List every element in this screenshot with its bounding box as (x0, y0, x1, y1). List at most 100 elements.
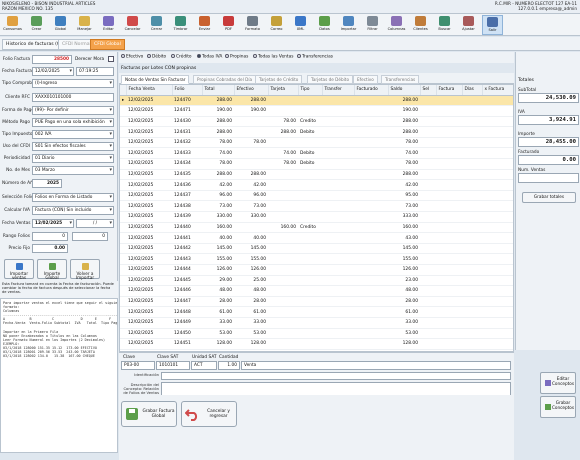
calcular-select[interactable]: Factura (CON) Sin incluido (32, 206, 114, 215)
volver-importar-button[interactable]: Volver a Importar (70, 259, 100, 280)
forma-select[interactable]: (99)- Por definir (32, 106, 114, 115)
table-row[interactable]: 12/02/2025 124451 128.00 128.00 128.00 (120, 338, 513, 350)
column-header[interactable]: Factura (436, 85, 463, 96)
uso-select[interactable]: S01 Sin efectos fiscales (32, 142, 114, 151)
table-row[interactable]: 12/02/2025 124444 126.00 126.00 126.00 (120, 264, 513, 276)
toolbar-button-pdf[interactable]: PDF (218, 15, 239, 35)
cantidad-field[interactable]: 1.00 (218, 361, 240, 370)
toolbar-button-salir[interactable]: Salir (482, 15, 503, 35)
tipo-select[interactable]: (I)-Ingreso (32, 79, 114, 88)
toolbar-button-crear[interactable]: Crear (26, 15, 47, 35)
importe-global-button[interactable]: Importe Global (37, 259, 67, 280)
grid-tab[interactable]: Propinas Cobradas del Día (193, 75, 257, 84)
column-header[interactable]: Folio (172, 85, 203, 96)
rango-field-2[interactable]: 0 (72, 232, 108, 241)
toolbar-button-global[interactable]: Global (50, 15, 71, 35)
table-row[interactable]: 12/02/2025 124438 73.00 73.00 73.00 (120, 200, 513, 213)
sel-folios-select[interactable]: Folios en Forma de Listado (32, 193, 114, 202)
mes-select[interactable]: 03 Marzo (32, 166, 114, 175)
descripcion-field[interactable]: Venta (241, 361, 511, 370)
filter-propinas[interactable]: Propinas (225, 54, 248, 60)
clave-sat-field[interactable]: 1010101 (156, 361, 190, 370)
grid-tab[interactable]: Tarjetas de Débito (307, 75, 354, 84)
rango-field[interactable]: 0 (32, 232, 68, 241)
fecha-venta-desde[interactable]: 12/02/2025 (32, 219, 74, 228)
table-row[interactable]: 12/02/2025 124441 40.00 40.00 43.00 (120, 232, 513, 244)
column-header[interactable]: Sel (420, 85, 437, 96)
grabar-factura-button[interactable]: Grabar Factura Global (121, 401, 177, 427)
table-row[interactable]: 12/02/2025 124432 78.00 78.00 78.00 (120, 137, 513, 149)
column-header[interactable]: Tipo (298, 85, 323, 96)
table-row[interactable]: 12/02/2025 124437 96.00 96.00 95.00 (120, 190, 513, 202)
toolbar-button-ajustar[interactable]: Ajustar (458, 15, 479, 35)
impuesto-select[interactable]: 002 IVA (32, 130, 114, 139)
table-row[interactable]: 12/02/2025 124450 53.00 53.00 53.00 (120, 328, 513, 340)
toolbar-button-columnas[interactable]: Columnas (386, 15, 407, 35)
table-row[interactable]: 12/02/2025 124447 28.00 28.00 28.00 (120, 296, 513, 308)
filter-débito[interactable]: Débito (147, 54, 166, 60)
table-row[interactable]: 12/02/2025 124445 29.00 25.00 23.00 (120, 275, 513, 287)
column-header[interactable]: Fecha Venta (126, 85, 173, 96)
table-row[interactable]: 12/02/2025 124471 190.00 190.00 190.00 (120, 105, 513, 117)
periodicidad-select[interactable]: 01 Diario (32, 154, 114, 163)
import-ventas-button[interactable]: Importar ventas (4, 259, 34, 280)
hora-field[interactable]: 07:19:25 (76, 67, 114, 76)
table-row[interactable]: 12/02/2025 124430 288.00 78.00 Credito 288.00 (120, 116, 513, 128)
table-row[interactable]: 12/02/2025 124435 288.00 288.00 288.00 (120, 169, 513, 181)
column-header[interactable]: Tarjeta (268, 85, 299, 96)
editar-conceptos-button[interactable]: Editar Conceptos (540, 372, 576, 394)
toolbar-button-formato[interactable]: Formato (242, 15, 263, 35)
cancelar-button[interactable]: Cancelar y regresar (181, 401, 237, 427)
anio-field[interactable]: 2025 (32, 179, 62, 188)
precio-field[interactable]: 0.00 (32, 244, 68, 253)
table-row[interactable]: 12/02/2025 124443 155.00 155.00 155.00 (120, 253, 513, 265)
toolbar-button-manejar[interactable]: Manejar (74, 15, 95, 35)
identificacion-field[interactable] (161, 372, 511, 380)
fecha-venta-hasta[interactable]: / / (76, 219, 114, 228)
toolbar-button-buscar[interactable]: Buscar (434, 15, 455, 35)
table-row[interactable]: 12/02/2025 124434 78.00 78.00 Debito 78.00 (120, 158, 513, 170)
table-row[interactable]: 12/02/2025 124436 42.00 42.00 42.00 (120, 179, 513, 191)
table-row[interactable]: 12/02/2025 124433 74.00 74.00 Debito 74.00 (120, 147, 513, 160)
toolbar-button-clientes[interactable]: Clientes (410, 15, 431, 35)
filter-efectivo[interactable]: Efectivo (121, 54, 143, 60)
grabar-totales-button[interactable]: Grabar totales (522, 192, 576, 203)
metodo-select[interactable]: PUE Pago en una sola exhibición (32, 118, 114, 127)
filter-todas-iva[interactable]: Todas IVA (197, 54, 222, 60)
filter-crédito[interactable]: Crédito (171, 54, 192, 60)
grid-tab[interactable]: Notas de Ventas Sin Facturar (121, 75, 190, 84)
table-row[interactable]: 12/02/2025 124440 160.00 160.00 Credito 160.0… (120, 222, 513, 234)
column-header[interactable]: Total (202, 85, 235, 96)
descripcion-concepto-field[interactable] (161, 382, 511, 396)
toolbar-button-cancelar[interactable]: Cancelar (122, 15, 143, 35)
table-row[interactable]: 12/02/2025 124442 145.00 145.00 145.00 (120, 243, 513, 255)
table-row[interactable]: ▸ 12/02/2025 124470 288.00 288.00 288.00 (120, 95, 513, 107)
toolbar-button-filtrar[interactable]: Filtrar (362, 15, 383, 35)
grabar-conceptos-button[interactable]: Grabar Conceptos (540, 396, 576, 418)
folio-field[interactable]: 28500 (32, 55, 72, 64)
table-row[interactable]: 12/02/2025 124431 288.00 288.00 Debito 288.00 (120, 126, 513, 138)
toolbar-button-cerrar[interactable]: Cerrar (146, 15, 167, 35)
toolbar-button-importar[interactable]: Importar (338, 15, 359, 35)
folio-checkbox[interactable] (108, 56, 114, 62)
toolbar-button-datos[interactable]: Datos (314, 15, 335, 35)
tab-cfdi-global[interactable]: CFDI Global (90, 39, 125, 50)
table-row[interactable]: 12/02/2025 124439 330.00 330.00 333.00 (120, 211, 513, 223)
toolbar-button-enviar[interactable]: Enviar (194, 15, 215, 35)
clave-field[interactable]: P03-00 (121, 361, 155, 370)
toolbar-button-xml[interactable]: XML (290, 15, 311, 35)
grid-tab[interactable]: Tarjetas de Crédito (255, 75, 303, 84)
toolbar-button-consumos[interactable]: Consumos (2, 15, 23, 35)
table-row[interactable]: 12/02/2025 124449 33.00 33.00 33.00 (120, 317, 513, 329)
toolbar-button-correo[interactable]: Correo (266, 15, 287, 35)
fecha-field[interactable]: 12/02/2025 (32, 67, 74, 76)
column-header[interactable]: x Factura (482, 85, 513, 96)
filter-todas-las-ventas[interactable]: Todas las Ventas (253, 54, 293, 60)
grid-tab[interactable]: Transferencias (381, 75, 420, 84)
toolbar-button-editar[interactable]: Editar (98, 15, 119, 35)
filter-transferencias[interactable]: Transferencias (297, 54, 333, 60)
cliente-field[interactable]: XAXX010101000 (32, 93, 114, 102)
table-row[interactable]: 12/02/2025 124448 61.00 61.00 61.00 (120, 306, 513, 318)
column-header[interactable]: Días (462, 85, 483, 96)
column-header[interactable]: Efectivo (234, 85, 269, 96)
